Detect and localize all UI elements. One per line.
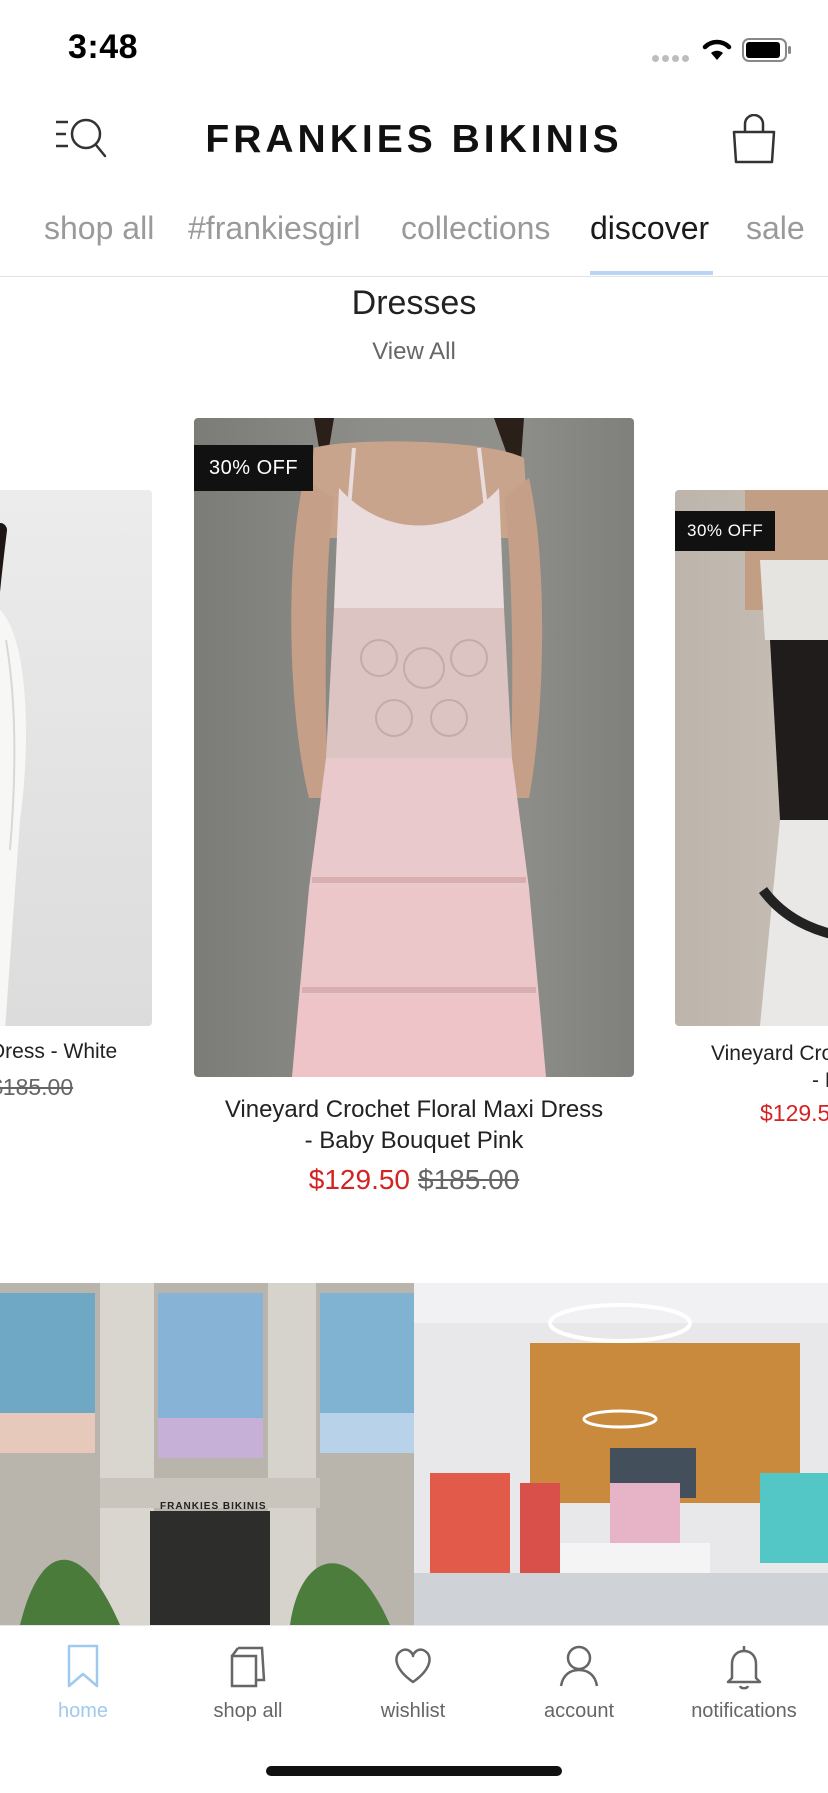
home-indicator [266, 1766, 562, 1776]
tab-shop-all[interactable]: shop all [44, 210, 154, 247]
active-tab-indicator [590, 271, 713, 275]
product-name-line2: - Baby Bouquet Pink [304, 1127, 524, 1154]
nav-account[interactable]: account [496, 1642, 662, 1723]
status-time: 3:48 [68, 28, 139, 66]
store-banner[interactable]: FRANKIES BIKINIS [0, 1283, 828, 1625]
nav-label: account [543, 1700, 615, 1722]
discount-badge: 30% OFF [194, 445, 314, 491]
nav-label: wishlist [380, 1700, 446, 1722]
discount-badge: 30% OFF [675, 511, 776, 551]
nav-notifications[interactable]: notifications [661, 1642, 827, 1723]
pink-dress-figure [291, 418, 546, 1077]
category-tabs: shop all #frankiesgirl collections disco… [0, 190, 828, 277]
brand-logo[interactable]: FRANKIES BIKINIS [0, 118, 828, 162]
product-price-pink: $129.50 $185.00 [180, 1164, 648, 1196]
view-all-link[interactable]: View All [0, 338, 828, 366]
tab-collections[interactable]: collections [401, 210, 550, 247]
person-icon [559, 1645, 599, 1687]
product-image-pink-dress[interactable] [194, 418, 634, 1077]
tab-sale[interactable]: sale [746, 210, 805, 247]
cellular-signal-icon [652, 55, 690, 65]
product-name-pink[interactable]: Vineyard Crochet Floral Maxi Dress - Bab… [180, 1094, 648, 1156]
shopping-bags-icon [230, 1646, 266, 1688]
section-title: Dresses [351, 284, 477, 322]
tab-discover[interactable]: discover [590, 210, 709, 247]
nav-wishlist[interactable]: wishlist [330, 1642, 496, 1723]
nav-label: home [57, 1700, 109, 1722]
original-price: $185.00 [418, 1164, 520, 1195]
nav-home[interactable]: home [0, 1642, 166, 1723]
shopping-bag-icon[interactable] [730, 114, 778, 164]
product-price-black-lace: $129.5 [760, 1100, 828, 1126]
wifi-icon [702, 39, 732, 60]
nav-shop-all[interactable]: shop all [165, 1642, 331, 1723]
original-price: $185.00 [0, 1074, 74, 1100]
store-photos [0, 1283, 828, 1625]
product-name-line1: Vineyard Crochet Floral Maxi Dress [224, 1096, 604, 1123]
tab-frankiesgirl[interactable]: #frankiesgirl [188, 210, 361, 247]
bell-icon [726, 1646, 762, 1690]
product-name-line2: - M [812, 1069, 828, 1092]
battery-icon [742, 38, 791, 62]
black-lace-dress-figure [745, 490, 828, 1026]
bookmark-icon [67, 1644, 99, 1688]
sale-price: $129.50 [308, 1164, 410, 1195]
nav-label: shop all [213, 1700, 283, 1722]
product-name-white[interactable]: Dress - White [0, 1040, 140, 1064]
store-sign: FRANKIES BIKINIS [160, 1501, 267, 1512]
product-name-black-lace[interactable]: Vineyard Cro - M [711, 1040, 828, 1094]
product-image-white-dress[interactable] [0, 490, 152, 1026]
heart-icon [395, 1648, 431, 1684]
product-name-line1: Vineyard Cro [711, 1042, 828, 1065]
nav-label: notifications [691, 1700, 797, 1722]
product-price-white: $185.00 [0, 1074, 73, 1101]
white-dress-figure [0, 523, 26, 1026]
product-image-black-lace-dress[interactable] [675, 490, 828, 1026]
